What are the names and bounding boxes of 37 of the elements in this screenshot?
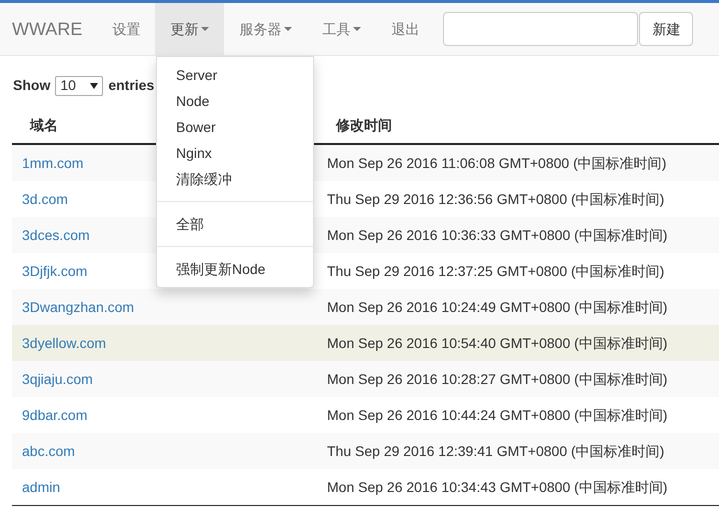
table-row[interactable]: abc.com Thu Sep 29 2016 12:39:41 GMT+0800 (中国标准时间) xyxy=(12,433,719,469)
menu-item[interactable]: Node xyxy=(157,88,313,114)
menu-item[interactable]: 强制更新Node xyxy=(157,256,313,282)
domain-link[interactable]: 3Dwangzhan.com xyxy=(12,296,327,318)
table-cell-text: Thu Sep 29 2016 12:39:41 GMT+0800 (中国标准时间) xyxy=(327,442,664,461)
menu-item[interactable]: Server xyxy=(157,62,313,88)
nav-item[interactable]: 服务器 xyxy=(224,3,308,55)
table-cell-text: Thu Sep 29 2016 12:36:56 GMT+0800 (中国标准时间) xyxy=(327,190,664,209)
search-field[interactable] xyxy=(443,12,638,46)
entries-label: entries xyxy=(108,76,154,95)
domain-link[interactable]: 3dyellow.com xyxy=(12,332,327,354)
new-button[interactable]: 新建 xyxy=(639,12,694,46)
table-row[interactable]: 3dyellow.com Mon Sep 26 2016 10:54:40 GMT+0800 (中国标准时间) xyxy=(12,325,719,361)
table-cell-text: Mon Sep 26 2016 10:44:24 GMT+0800 (中国标准时间) xyxy=(327,406,668,425)
table-cell-text: Mon Sep 26 2016 10:54:40 GMT+0800 (中国标准时间) xyxy=(327,334,668,353)
domain-link[interactable]: 3qjiaju.com xyxy=(12,368,327,390)
table-cell-text: Mon Sep 26 2016 10:34:43 GMT+0800 (中国标准时间) xyxy=(327,478,668,497)
nav-item[interactable]: 工具 xyxy=(307,3,376,55)
table-cell-text: Mon Sep 26 2016 10:36:33 GMT+0800 (中国标准时间) xyxy=(327,226,668,245)
domain-link[interactable]: admin xyxy=(12,476,327,498)
table-row[interactable]: 3qjiaju.com Mon Sep 26 2016 10:28:27 GMT+0800 (中国标准时间) xyxy=(12,361,719,397)
nav-item[interactable]: 更新 xyxy=(155,3,224,55)
table-cell-text: Thu Sep 29 2016 12:37:25 GMT+0800 (中国标准时间) xyxy=(327,262,664,281)
brand[interactable]: WWARE xyxy=(12,16,82,42)
nav-item[interactable]: 退出 xyxy=(376,3,434,55)
column-header[interactable]: 修改时间 xyxy=(327,114,392,136)
dropdown-arrow-icon xyxy=(90,82,98,88)
table-cell-text: Mon Sep 26 2016 10:24:49 GMT+0800 (中国标准时间) xyxy=(327,298,668,317)
table-cell-text: Mon Sep 26 2016 10:28:27 GMT+0800 (中国标准时间) xyxy=(327,370,668,389)
table-row[interactable]: 3Dwangzhan.com Mon Sep 26 2016 10:24:49 GMT+0800 (中国标准时间) xyxy=(12,289,719,325)
domain-link[interactable]: 9dbar.com xyxy=(12,404,327,426)
domain-link[interactable]: abc.com xyxy=(12,440,327,462)
menu-item[interactable]: Bower xyxy=(157,114,313,140)
show-label: Show xyxy=(13,76,50,95)
nav-item[interactable]: 设置 xyxy=(97,3,156,55)
entries-select[interactable]: 10 xyxy=(55,76,104,96)
table-cell-text: Mon Sep 26 2016 11:06:08 GMT+0800 (中国标准时间) xyxy=(327,154,666,173)
